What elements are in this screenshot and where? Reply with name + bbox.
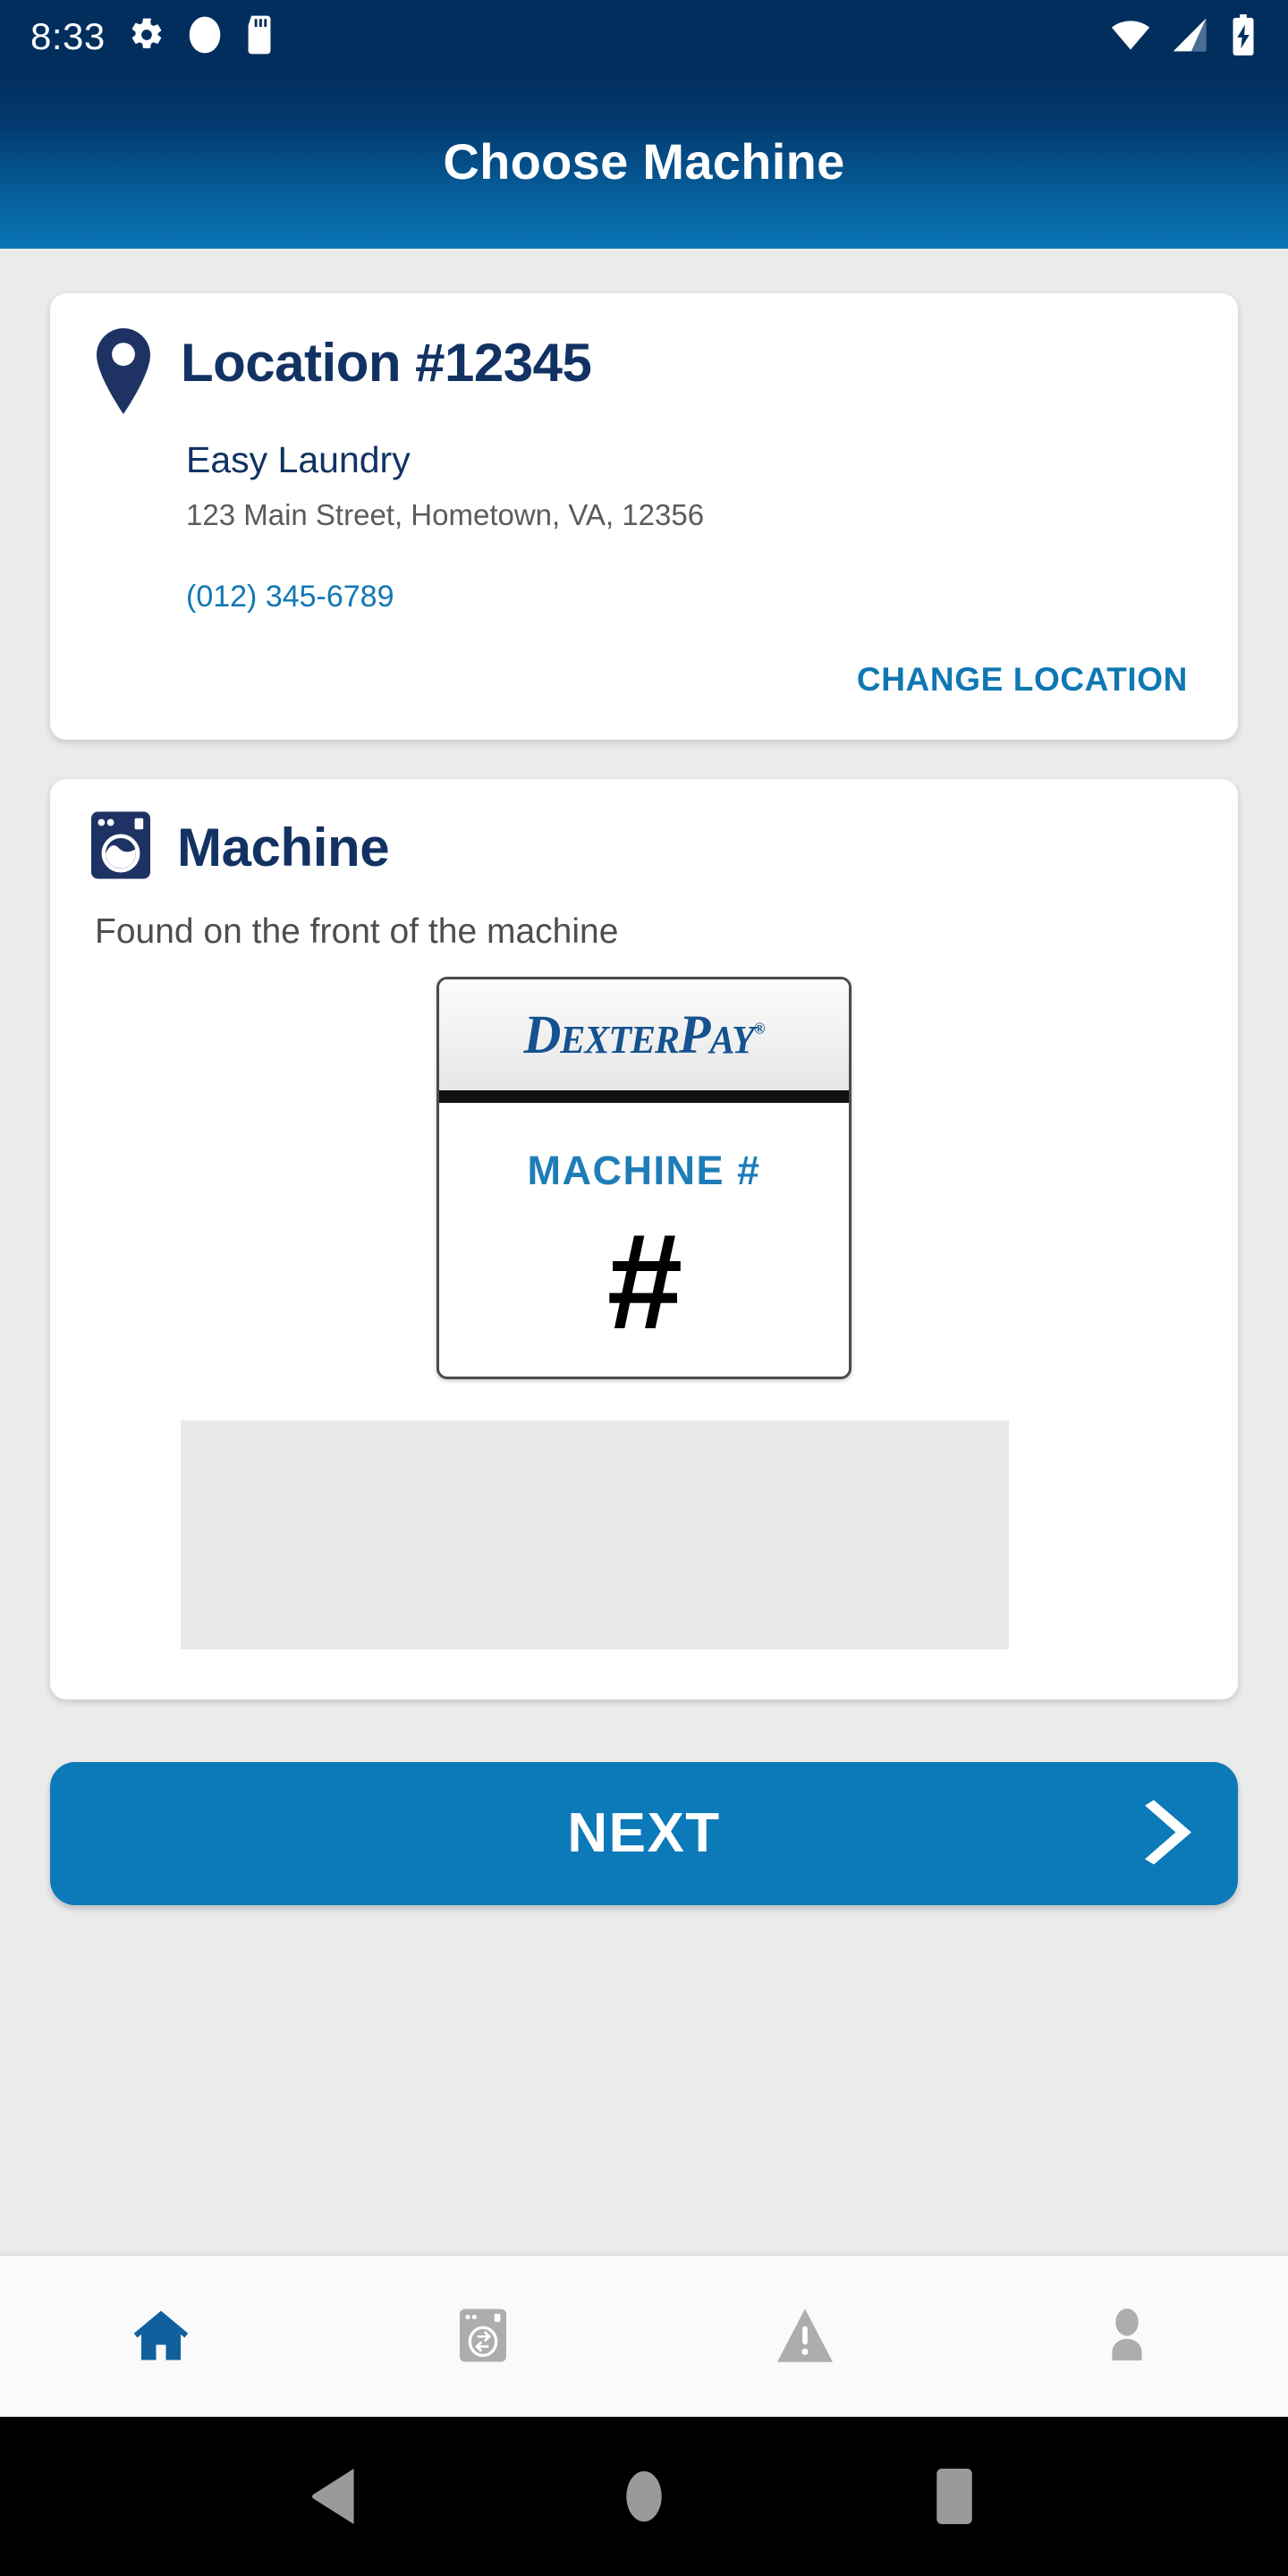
- machine-hint: Found on the front of the machine: [95, 911, 619, 951]
- wifi-icon: [1111, 15, 1150, 59]
- gear-icon: [129, 17, 165, 57]
- location-card: Location #12345 Easy Laundry 123 Main St…: [50, 293, 1238, 740]
- machine-label-illustration: DEXTERPAY® MACHINE # #: [436, 976, 852, 1379]
- location-pin-icon: [91, 327, 156, 419]
- nav-item-machines[interactable]: [322, 2256, 644, 2417]
- chevron-right-icon: [1145, 1800, 1195, 1867]
- sd-card-icon: [245, 15, 274, 59]
- bottom-nav-bar: [0, 2256, 1288, 2417]
- home-circle-icon[interactable]: [590, 2443, 698, 2550]
- battery-charging-icon: [1229, 13, 1258, 60]
- person-icon: [1102, 2308, 1152, 2366]
- machine-card: Machine Found on the front of the machin…: [50, 778, 1238, 1699]
- dexterpay-ay: AY: [709, 1019, 754, 1063]
- dexterpay-exter: EXTER: [560, 1019, 680, 1063]
- label-machine-number-caption: MACHINE #: [527, 1147, 761, 1193]
- location-header: Location #12345: [91, 327, 1197, 419]
- android-system-nav: [0, 2417, 1288, 2576]
- nav-item-home[interactable]: [0, 2256, 322, 2417]
- app-bar: Choose Machine: [0, 73, 1288, 249]
- label-hash-symbol: #: [606, 1205, 683, 1358]
- washer-cycle-icon: [460, 2308, 506, 2366]
- scroll-content: Location #12345 Easy Laundry 123 Main St…: [0, 249, 1288, 2256]
- status-bar-right: [1111, 13, 1258, 60]
- status-bar-left: 8:33: [30, 15, 274, 59]
- machine-header: Machine: [91, 811, 1197, 884]
- machine-number-input[interactable]: [181, 1419, 1009, 1649]
- status-time: 8:33: [30, 15, 106, 57]
- machine-label-illustration-wrap: DEXTERPAY® MACHINE # #: [91, 976, 1197, 1379]
- home-icon: [131, 2308, 191, 2366]
- dexterpay-logo: DEXTERPAY®: [523, 1003, 766, 1066]
- change-location-button[interactable]: CHANGE LOCATION: [848, 656, 1197, 704]
- registered-mark: ®: [753, 1019, 766, 1038]
- recents-square-icon[interactable]: [901, 2443, 1008, 2550]
- change-location-row: CHANGE LOCATION: [91, 656, 1197, 704]
- next-button-label: NEXT: [567, 1802, 721, 1865]
- dexterpay-d: D: [523, 1004, 561, 1066]
- back-triangle-icon[interactable]: [280, 2443, 387, 2550]
- machine-title: Machine: [177, 817, 390, 877]
- location-title: Location #12345: [181, 333, 592, 393]
- location-address: 123 Main Street, Hometown, VA, 12356: [186, 498, 705, 532]
- page-title: Choose Machine: [443, 132, 845, 190]
- location-phone-link[interactable]: (012) 345-6789: [186, 580, 394, 614]
- circle-icon: [188, 15, 222, 59]
- status-bar: 8:33: [0, 0, 1288, 73]
- dexterpay-logo-area: DEXTERPAY®: [439, 979, 849, 1103]
- washing-machine-icon: [91, 811, 150, 884]
- warning-triangle-icon: [777, 2308, 833, 2365]
- nav-item-alerts[interactable]: [644, 2256, 966, 2417]
- cellular-signal-icon: [1170, 15, 1209, 59]
- nav-item-account[interactable]: [966, 2256, 1288, 2417]
- dexterpay-p: P: [679, 1004, 710, 1066]
- location-name: Easy Laundry: [186, 439, 411, 480]
- next-button[interactable]: NEXT: [50, 1761, 1238, 1905]
